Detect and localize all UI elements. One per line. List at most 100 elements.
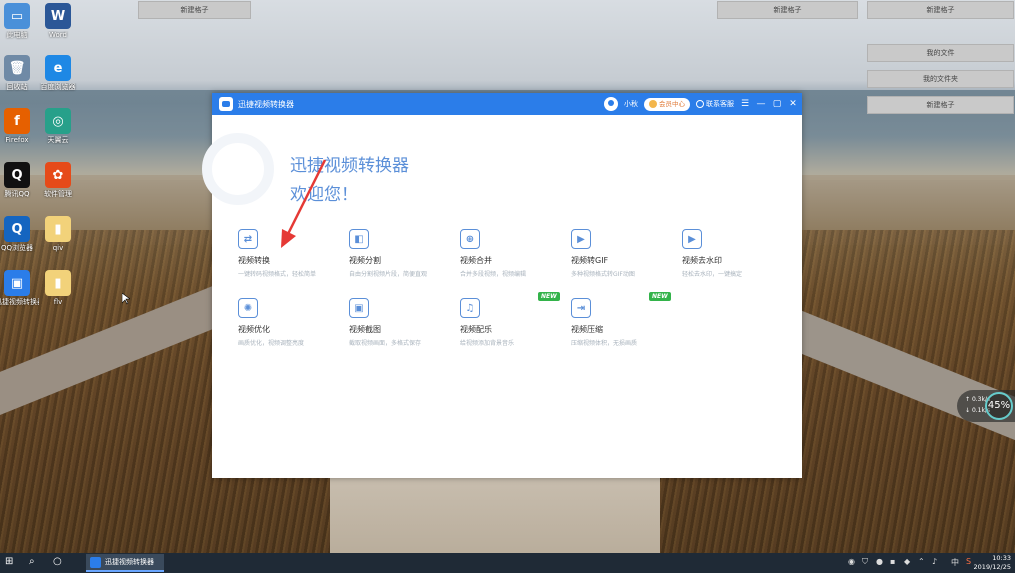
desktop-icon[interactable]: ▮ qiv xyxy=(36,216,80,253)
tool-name: 视频转GIF xyxy=(571,256,609,265)
tool-icon: ▶ xyxy=(682,229,702,249)
ime-indicator[interactable]: 中 xyxy=(951,557,959,568)
desktop-topbar[interactable]: 我的文件夹 xyxy=(867,70,1014,88)
wallpaper-path xyxy=(330,470,660,560)
tool-name: 视频分割 xyxy=(349,256,381,265)
app-icon: ▭ xyxy=(4,3,30,29)
desktop-icon[interactable]: 🗑 回收站 xyxy=(0,55,39,92)
title-bar[interactable]: 迅捷视频转换器 小秋 会员中心 联系客服 ☰ — ▢ ✕ xyxy=(212,93,802,115)
app-icon: ◎ xyxy=(45,108,71,134)
tool-description: 自由分割视频片段，简便直观 xyxy=(349,271,428,278)
tool-tile[interactable]: ▶ 视频去水印轻松去水印，一键搞定 xyxy=(682,229,792,278)
tool-description: 截取视频画面，多格式保存 xyxy=(349,340,422,347)
welcome-subtitle: 欢迎您！ xyxy=(290,185,358,205)
tool-tile[interactable]: ⇄ 视频转换 一键转码视频格式，轻松简单 xyxy=(238,229,348,278)
tool-tile[interactable]: ⇥ 视频压缩 压缩视频体积，无损画质 NEW xyxy=(571,292,681,347)
tool-tile[interactable]: ♫ 视频配乐给视频添加背景音乐 NEW xyxy=(460,292,570,347)
shield-icon[interactable]: ⛉ xyxy=(862,557,868,567)
new-badge: NEW xyxy=(538,292,560,301)
taskbar-app-label: 迅捷视频转换器 xyxy=(105,558,154,566)
chevron-up-icon[interactable]: ⌃ xyxy=(918,557,925,566)
menu-icon[interactable]: ☰ xyxy=(740,93,750,115)
vip-center-button[interactable]: 会员中心 xyxy=(644,97,690,111)
volume-icon[interactable]: ♪ xyxy=(932,557,937,566)
desktop-icon[interactable]: ▣ 迅捷视频转换器 xyxy=(0,270,39,307)
taskbar-app-button[interactable]: 迅捷视频转换器 xyxy=(86,554,164,572)
new-badge: NEW xyxy=(649,292,671,301)
desktop-icon[interactable]: W Word xyxy=(36,3,80,40)
minimize-icon[interactable]: — xyxy=(756,93,766,115)
app-icon: W xyxy=(45,3,71,29)
app-logo-icon xyxy=(90,556,101,568)
desktop-icon-label: 此电脑 xyxy=(6,31,28,39)
desktop-icon-label: Word xyxy=(49,31,67,39)
tool-tile[interactable]: ✺ 视频优化 画质优化，视频调整亮度 xyxy=(238,298,348,347)
welcome-banner: 迅捷视频转换器 欢迎您！ xyxy=(290,151,409,205)
desktop-topbar[interactable]: 新建格子 xyxy=(867,1,1014,19)
desktop-icon[interactable]: ✿ 软件管理 xyxy=(36,162,80,199)
tool-tile[interactable]: ▶ 视频转GIF 多种视频格式转GIF动图 xyxy=(571,229,681,278)
app-icon: e xyxy=(45,55,71,81)
desktop-icon-label: 软件管理 xyxy=(44,190,72,198)
desktop-icon-label: 百度浏览器 xyxy=(40,83,76,91)
search-icon[interactable]: ⌕ xyxy=(29,556,35,567)
tool-icon: ⇥ xyxy=(571,298,591,318)
desktop-topbar[interactable]: 新建格子 xyxy=(867,96,1014,114)
app-title: 迅捷视频转换器 xyxy=(238,99,294,109)
app-icon: ▣ xyxy=(4,270,30,296)
network-speed-widget[interactable]: ↑ 0.3k/s ↓ 0.1k/s 45% xyxy=(957,390,1015,422)
tray-icon[interactable]: ◉ xyxy=(848,557,855,566)
desktop-icon[interactable]: Q QQ浏览器 xyxy=(0,216,39,253)
cortana-icon[interactable]: ○ xyxy=(53,556,62,567)
tool-tile[interactable]: ◧ 视频分割自由分割视频片段，简便直观 xyxy=(349,229,459,278)
desktop-icon-label: 腾讯QQ xyxy=(4,190,30,198)
desktop-icon[interactable]: Q 腾讯QQ xyxy=(0,162,39,199)
tool-name: 视频合并 xyxy=(460,256,492,265)
desktop-topbar[interactable]: 新建格子 xyxy=(138,1,251,19)
tool-icon: ▶ xyxy=(571,229,591,249)
close-icon[interactable]: ✕ xyxy=(788,93,798,115)
desktop-icon[interactable]: ◎ 天翼云 xyxy=(36,108,80,145)
tool-name: 视频去水印 xyxy=(682,256,722,265)
desktop-icon[interactable]: ▮ flv xyxy=(36,270,80,307)
user-avatar-icon[interactable] xyxy=(604,97,618,111)
desktop-icon-label: Firefox xyxy=(5,136,29,144)
desktop-topbar[interactable]: 我的文件 xyxy=(867,44,1014,62)
desktop-icon-label: qiv xyxy=(52,244,64,252)
tool-tile[interactable]: ▣ 视频截图 截取视频画面，多格式保存 xyxy=(349,298,459,347)
tool-icon: ♫ xyxy=(460,298,480,318)
maximize-icon[interactable]: ▢ xyxy=(772,93,782,115)
desktop-icon[interactable]: f Firefox xyxy=(0,108,39,145)
tray-icon[interactable]: ▪ xyxy=(890,557,895,566)
desktop-icon[interactable]: e 百度浏览器 xyxy=(36,55,80,92)
start-icon[interactable]: ⊞ xyxy=(5,556,13,567)
tool-description: 给视频添加背景音乐 xyxy=(460,340,515,347)
tool-name: 视频压缩 xyxy=(571,325,603,334)
taskbar: ⊞ ⌕ ○ 迅捷视频转换器 ◉ ⛉ ● ▪ ◆ ⌃ ♪ 中 S 10:33 20… xyxy=(0,553,1015,573)
desktop-topbar[interactable]: 新建格子 xyxy=(717,1,858,19)
user-name[interactable]: 小秋 xyxy=(624,99,638,109)
tool-icon: ▣ xyxy=(349,298,369,318)
app-icon: Q xyxy=(4,216,30,242)
tool-tile[interactable]: ⊕ 视频合并 合并多段视频，视频编辑 xyxy=(460,229,570,278)
app-icon: ▮ xyxy=(45,216,71,242)
tray-icon[interactable]: ● xyxy=(876,557,883,566)
tool-name: 视频配乐 xyxy=(460,325,492,334)
app-icon: ✿ xyxy=(45,162,71,188)
system-clock[interactable]: 10:33 2019/12/25 xyxy=(974,554,1011,572)
chat-bubble-icon xyxy=(696,100,704,108)
app-icon: ▮ xyxy=(45,270,71,296)
tool-description: 轻松去水印，一键搞定 xyxy=(682,271,743,278)
desktop-icon[interactable]: ▭ 此电脑 xyxy=(0,3,39,40)
contact-support-button[interactable]: 联系客服 xyxy=(696,99,734,109)
sogou-icon[interactable]: S xyxy=(966,557,971,566)
tool-icon: ⊕ xyxy=(460,229,480,249)
tool-icon: ◧ xyxy=(349,229,369,249)
tool-description: 多种视频格式转GIF动图 xyxy=(571,271,635,278)
tool-description: 画质优化，视频调整亮度 xyxy=(238,340,305,347)
app-icon: 🗑 xyxy=(4,55,30,81)
decorative-ring xyxy=(202,133,274,205)
tool-description: 一键转码视频格式，轻松简单 xyxy=(238,271,317,278)
tray-icon[interactable]: ◆ xyxy=(904,557,910,566)
app-window: 迅捷视频转换器 小秋 会员中心 联系客服 ☰ — ▢ ✕ 迅捷视频转换器 欢迎您… xyxy=(202,93,802,478)
